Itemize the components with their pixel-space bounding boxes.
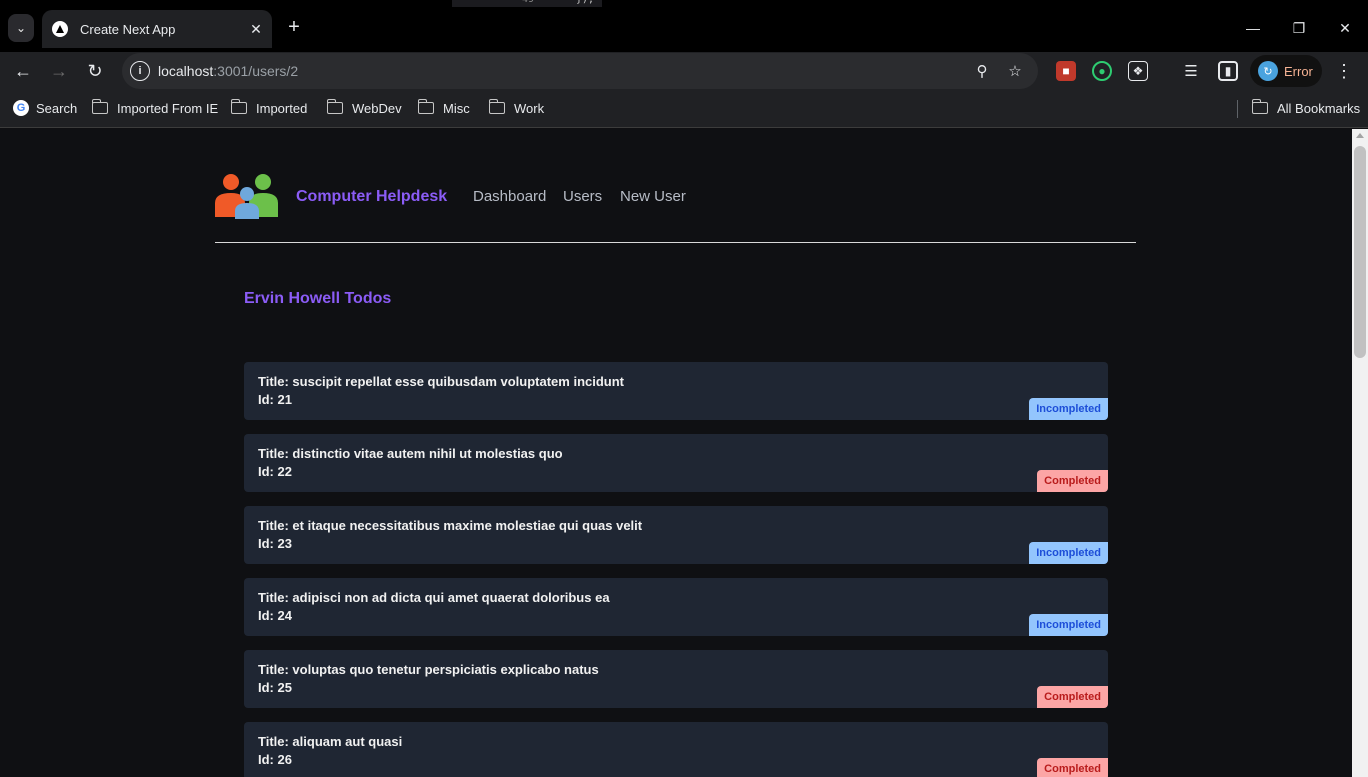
tab-title: Create Next App xyxy=(80,21,176,37)
site-info-icon[interactable]: i xyxy=(130,61,150,81)
todo-title: Title: distinctio vitae autem nihil ut m… xyxy=(258,446,563,461)
bookmark-search[interactable]: G Search xyxy=(13,99,77,117)
minimize-button[interactable]: — xyxy=(1230,8,1276,48)
google-icon: G xyxy=(13,100,29,116)
todo-title: Title: suscipit repellat esse quibusdam … xyxy=(258,374,624,389)
todo-id: Id: 21 xyxy=(258,392,292,407)
bookmark-folder-webdev[interactable]: WebDev xyxy=(326,99,402,117)
todo-title: Title: voluptas quo tenetur perspiciatis… xyxy=(258,662,599,677)
todo-title: Title: adipisci non ad dicta qui amet qu… xyxy=(258,590,610,605)
todo-title: Title: et itaque necessitatibus maxime m… xyxy=(258,518,643,533)
site-navbar: Computer Helpdesk Dashboard Users New Us… xyxy=(215,173,1136,243)
scroll-up-arrow-icon[interactable] xyxy=(1356,133,1364,138)
close-icon[interactable]: ✕ xyxy=(246,21,266,38)
folder-icon xyxy=(417,99,434,114)
tab-strip: ⌄ Create Next App ✕ + 49 }); — ❐ ✕ xyxy=(0,0,1368,52)
tab-search-button[interactable]: ⌄ xyxy=(8,14,34,42)
profile-avatar-icon: ↻ xyxy=(1258,61,1278,81)
code-snippet: }); xyxy=(576,0,594,5)
status-badge: Incompleted xyxy=(1029,542,1108,564)
brand-link[interactable]: Computer Helpdesk xyxy=(296,188,447,206)
folder-icon xyxy=(230,99,247,114)
all-bookmarks-label: All Bookmarks xyxy=(1277,100,1361,116)
status-badge: Completed xyxy=(1037,686,1108,708)
folder-icon xyxy=(326,99,343,114)
profile-button[interactable]: ↻ Error xyxy=(1250,55,1322,87)
code-line-number: 49 xyxy=(522,0,534,5)
todo-id: Id: 23 xyxy=(258,536,292,551)
more-menu-icon[interactable]: ⋮ xyxy=(1334,60,1354,82)
bookmark-label: WebDev xyxy=(352,100,402,116)
reload-icon[interactable]: ↻ xyxy=(82,58,108,84)
star-bookmark-icon[interactable]: ☆ xyxy=(1005,61,1025,81)
bookmark-label: Work xyxy=(514,100,545,116)
url-text[interactable]: localhost:3001/users/2 xyxy=(158,63,298,79)
url-host: localhost xyxy=(158,63,214,79)
background-editor-strip: 49 }); xyxy=(452,0,602,7)
new-tab-button[interactable]: + xyxy=(282,14,306,40)
todo-card: Title: voluptas quo tenetur perspiciatis… xyxy=(244,650,1108,708)
bookmark-folder-work[interactable]: Work xyxy=(488,99,545,117)
browser-window: ⌄ Create Next App ✕ + 49 }); — ❐ ✕ ← → ↻… xyxy=(0,0,1368,777)
scroll-thumb[interactable] xyxy=(1354,146,1366,358)
all-bookmarks-button[interactable]: All Bookmarks xyxy=(1251,99,1361,117)
bookmarks-bar: G Search Imported From IE Imported WebDe… xyxy=(0,90,1368,128)
bookmark-folder-imported[interactable]: Imported xyxy=(230,99,308,117)
todo-card: Title: adipisci non ad dicta qui amet qu… xyxy=(244,578,1108,636)
window-controls: — ❐ ✕ xyxy=(1230,8,1368,48)
bookmark-label: Search xyxy=(36,100,78,116)
side-panel-icon[interactable]: ▮ xyxy=(1218,61,1238,81)
bookmark-label: Imported xyxy=(256,100,308,116)
folder-icon xyxy=(91,99,108,114)
extension-green-icon[interactable]: ● xyxy=(1092,61,1112,81)
folder-icon xyxy=(488,99,505,114)
nextjs-favicon-icon xyxy=(52,21,68,37)
todo-id: Id: 22 xyxy=(258,464,292,479)
status-badge: Incompleted xyxy=(1029,614,1108,636)
page-title: Ervin Howell Todos xyxy=(244,290,392,307)
browser-toolbar: ← → ↻ i localhost:3001/users/2 ⚲ ☆ ■ ● ❖… xyxy=(0,52,1368,90)
users-logo-icon xyxy=(215,174,278,219)
extension-red-icon[interactable]: ■ xyxy=(1056,61,1076,81)
nav-link-users[interactable]: Users xyxy=(563,188,602,205)
page-viewport: Computer Helpdesk Dashboard Users New Us… xyxy=(0,129,1352,777)
forward-arrow-icon[interactable]: → xyxy=(46,58,72,84)
bookmark-folder-imported-from-ie[interactable]: Imported From IE xyxy=(91,99,219,117)
status-badge: Completed xyxy=(1037,758,1108,777)
bookmark-label: Imported From IE xyxy=(117,100,219,116)
restore-button[interactable]: ❐ xyxy=(1276,8,1322,48)
url-path: :3001/users/2 xyxy=(213,63,299,79)
bookmarks-divider xyxy=(1237,100,1238,118)
media-queue-icon[interactable]: ☰ xyxy=(1181,61,1201,81)
extensions-puzzle-icon[interactable]: ❖ xyxy=(1128,61,1148,81)
todo-id: Id: 24 xyxy=(258,608,292,623)
todo-card: Title: suscipit repellat esse quibusdam … xyxy=(244,362,1108,420)
zoom-icon[interactable]: ⚲ xyxy=(972,61,992,81)
chevron-down-icon: ⌄ xyxy=(15,21,27,35)
nav-link-new-user[interactable]: New User xyxy=(620,188,686,205)
folder-icon xyxy=(1251,99,1268,114)
todo-title: Title: aliquam aut quasi xyxy=(258,734,403,749)
todo-card: Title: aliquam aut quasi Id: 26 Completed xyxy=(244,722,1108,777)
status-badge: Completed xyxy=(1037,470,1108,492)
todo-id: Id: 25 xyxy=(258,680,292,695)
address-bar[interactable]: i localhost:3001/users/2 ⚲ ☆ xyxy=(122,53,1038,89)
bookmark-folder-misc[interactable]: Misc xyxy=(417,99,470,117)
back-arrow-icon[interactable]: ← xyxy=(10,58,36,84)
todo-card: Title: et itaque necessitatibus maxime m… xyxy=(244,506,1108,564)
nav-link-dashboard[interactable]: Dashboard xyxy=(473,188,546,205)
page-scrollbar[interactable] xyxy=(1352,129,1368,777)
bookmark-label: Misc xyxy=(443,100,470,116)
status-badge: Incompleted xyxy=(1029,398,1108,420)
tab-active[interactable]: Create Next App ✕ xyxy=(42,10,272,48)
profile-status: Error xyxy=(1284,63,1313,79)
todo-card: Title: distinctio vitae autem nihil ut m… xyxy=(244,434,1108,492)
todo-id: Id: 26 xyxy=(258,752,292,767)
close-window-button[interactable]: ✕ xyxy=(1322,8,1368,48)
